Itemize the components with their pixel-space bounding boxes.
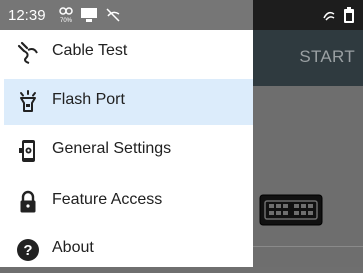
svg-text:?: ? [23, 242, 32, 259]
phone-settings-icon [19, 140, 35, 162]
drawer-item-feature-access[interactable]: Feature Access [4, 179, 253, 225]
drawer-item-about[interactable]: ? About [4, 227, 253, 273]
battery-icon [344, 7, 354, 23]
drawer-item-general-settings[interactable]: General Settings [4, 128, 253, 174]
lock-icon [20, 190, 36, 213]
drawer-item-cable-test[interactable]: Cable Test [4, 30, 253, 76]
cable-icon [17, 41, 38, 64]
drawer-item-label: About [52, 239, 94, 256]
sync-percent-icon: 70% [59, 7, 73, 24]
drawer-item-label: Cable Test [52, 42, 128, 59]
connector-port-icon [259, 194, 323, 226]
status-bar: 12:39 70% [0, 0, 363, 30]
signal-icon [323, 11, 335, 21]
cast-icon [81, 8, 97, 22]
app-bar: START [253, 30, 363, 86]
status-time: 12:39 [8, 7, 46, 24]
drawer-item-label: General Settings [52, 140, 172, 157]
navigation-drawer: Cable Test Flash Port General Settings F… [0, 30, 253, 267]
drawer-item-label: Feature Access [52, 191, 163, 208]
svg-text:70%: 70% [60, 18, 73, 24]
drawer-item-label: Flash Port [52, 91, 125, 108]
drawer-item-flash-port[interactable]: Flash Port [4, 79, 253, 125]
signal-off-icon [106, 8, 120, 22]
status-bar-left: 12:39 70% [0, 0, 253, 30]
help-icon: ? [17, 239, 39, 261]
flash-port-icon [20, 90, 36, 112]
start-button[interactable]: START [299, 47, 355, 67]
main-content-scrim[interactable] [253, 86, 363, 267]
content-divider [253, 246, 363, 247]
